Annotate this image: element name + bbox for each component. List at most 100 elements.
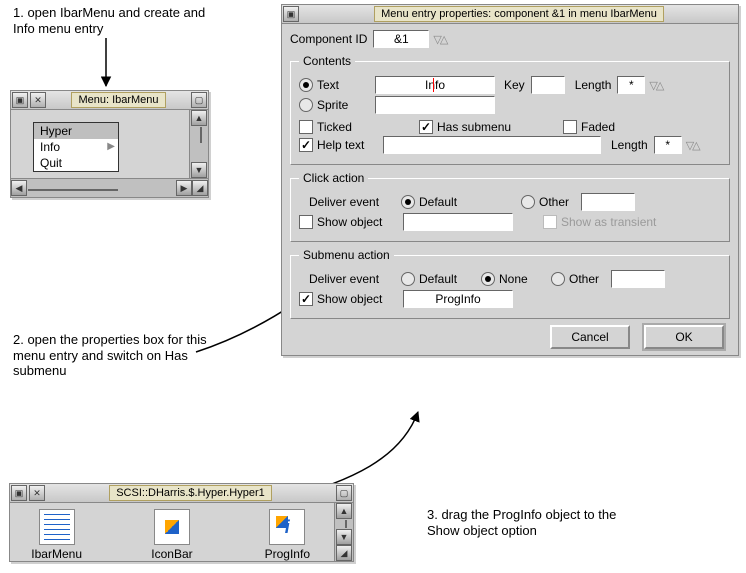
sprite-input[interactable] <box>375 96 495 114</box>
text-caret <box>433 78 434 92</box>
resize-icon[interactable]: ◢ <box>336 545 352 561</box>
filer-window: ▣ ✕ SCSI::DHarris.$.Hyper.Hyper1 ▢ IbarM… <box>9 483 354 562</box>
scroll-left-icon[interactable]: ◀ <box>11 180 27 196</box>
menu-item-hyper[interactable]: Hyper <box>34 123 118 139</box>
close-icon[interactable]: ✕ <box>29 485 45 501</box>
click-default-label: Default <box>419 195 515 209</box>
back-icon[interactable]: ▣ <box>11 485 27 501</box>
annotation-step1: 1. open IbarMenu and create and Info men… <box>13 5 213 36</box>
length-input[interactable] <box>617 76 645 94</box>
file-label: ProgInfo <box>252 547 322 561</box>
click-action-group: Click action Deliver event Default Other… <box>290 171 730 242</box>
sub-none-radio[interactable] <box>481 272 495 286</box>
menu-window-titlebar[interactable]: ▣ ✕ Menu: IbarMenu ▢ <box>11 91 208 110</box>
text-input[interactable] <box>375 76 495 94</box>
filer-titlebar[interactable]: ▣ ✕ SCSI::DHarris.$.Hyper.Hyper1 ▢ <box>10 484 353 503</box>
file-iconbar[interactable]: IconBar <box>137 507 207 561</box>
properties-window: ▣ Menu entry properties: component &1 in… <box>281 4 739 356</box>
annotation-step3: 3. drag the ProgInfo object to the Show … <box>427 507 647 538</box>
click-default-radio[interactable] <box>401 195 415 209</box>
click-show-object-check[interactable] <box>299 215 313 229</box>
click-action-legend: Click action <box>299 171 368 185</box>
scroll-right-icon[interactable]: ▶ <box>176 180 192 196</box>
contents-group: Contents Text Key Length ▽△ Sprite Ticke… <box>290 54 730 165</box>
help-text-label: Help text <box>317 138 377 152</box>
show-as-transient-check <box>543 215 557 229</box>
ibarmenu-icon <box>39 509 75 545</box>
sub-show-object-input[interactable] <box>403 290 513 308</box>
file-label: IbarMenu <box>22 547 92 561</box>
submenu-arrow-icon: ▶ <box>107 141 115 152</box>
sub-other-label: Other <box>569 272 599 286</box>
ticked-label: Ticked <box>317 120 413 134</box>
props-window-title: Menu entry properties: component &1 in m… <box>374 6 664 22</box>
vertical-scrollbar[interactable]: ▲ ▼ <box>189 110 208 178</box>
file-proginfo[interactable]: ProgInfo <box>252 507 322 561</box>
annotation-step2: 2. open the properties box for this menu… <box>13 332 213 379</box>
sub-default-radio[interactable] <box>401 272 415 286</box>
component-id-stepper[interactable]: ▽△ <box>433 33 446 46</box>
scroll-down-icon[interactable]: ▼ <box>191 162 207 178</box>
help-length-stepper[interactable]: ▽△ <box>686 139 699 152</box>
ticked-check[interactable] <box>299 120 313 134</box>
toggle-size-icon[interactable]: ▢ <box>191 92 207 108</box>
help-text-check[interactable] <box>299 138 313 152</box>
scroll-up-icon[interactable]: ▲ <box>336 503 352 519</box>
menu-item-label: Info <box>40 140 60 154</box>
sub-other-input[interactable] <box>611 270 665 288</box>
menu-item-info[interactable]: Info ▶ <box>34 139 118 155</box>
horizontal-scrollbar[interactable]: ◀ ▶ ◢ <box>11 178 208 197</box>
submenu-action-group: Submenu action Deliver event Default Non… <box>290 248 730 319</box>
back-icon[interactable]: ▣ <box>283 6 299 22</box>
resize-icon[interactable]: ◢ <box>192 180 208 196</box>
toggle-size-icon[interactable]: ▢ <box>336 485 352 501</box>
key-label: Key <box>504 78 525 92</box>
file-label: IconBar <box>137 547 207 561</box>
faded-label: Faded <box>581 120 615 134</box>
click-other-label: Other <box>539 195 569 209</box>
key-input[interactable] <box>531 76 565 94</box>
filer-vertical-scrollbar[interactable]: ▲ ▼ ◢ <box>334 503 353 561</box>
help-length-label: Length <box>611 138 648 152</box>
component-id-input[interactable] <box>373 30 429 48</box>
file-ibarmenu[interactable]: IbarMenu <box>22 507 92 561</box>
scroll-up-icon[interactable]: ▲ <box>191 110 207 126</box>
close-icon[interactable]: ✕ <box>30 92 46 108</box>
has-submenu-check[interactable] <box>419 120 433 134</box>
click-deliver-event-label: Deliver event <box>309 195 395 209</box>
sub-none-label: None <box>499 272 545 286</box>
click-other-radio[interactable] <box>521 195 535 209</box>
menu-editor-window: ▣ ✕ Menu: IbarMenu ▢ Hyper Info ▶ Quit ▲… <box>10 90 209 198</box>
sprite-radio[interactable] <box>299 98 313 112</box>
menu-item-quit[interactable]: Quit <box>34 155 118 171</box>
sub-deliver-event-label: Deliver event <box>309 272 395 286</box>
cancel-button[interactable]: Cancel <box>550 325 630 349</box>
props-titlebar[interactable]: ▣ Menu entry properties: component &1 in… <box>282 5 738 24</box>
component-id-label: Component ID <box>290 32 367 46</box>
sub-show-object-label: Show object <box>317 292 397 306</box>
help-text-input[interactable] <box>383 136 601 154</box>
sub-show-object-check[interactable] <box>299 292 313 306</box>
faded-check[interactable] <box>563 120 577 134</box>
click-other-input[interactable] <box>581 193 635 211</box>
has-submenu-label: Has submenu <box>437 120 557 134</box>
text-radio[interactable] <box>299 78 313 92</box>
ok-button[interactable]: OK <box>644 325 724 349</box>
submenu-action-legend: Submenu action <box>299 248 394 262</box>
length-stepper[interactable]: ▽△ <box>649 79 662 92</box>
click-show-object-label: Show object <box>317 215 397 229</box>
sub-other-radio[interactable] <box>551 272 565 286</box>
length-label: Length <box>575 78 612 92</box>
scroll-down-icon[interactable]: ▼ <box>336 529 352 545</box>
click-show-object-input[interactable] <box>403 213 513 231</box>
contents-legend: Contents <box>299 54 355 68</box>
back-icon[interactable]: ▣ <box>12 92 28 108</box>
proginfo-icon <box>269 509 305 545</box>
menu-items-list: Hyper Info ▶ Quit <box>33 122 119 172</box>
filer-window-title: SCSI::DHarris.$.Hyper.Hyper1 <box>109 485 272 501</box>
text-radio-label: Text <box>317 78 369 92</box>
show-as-transient-label: Show as transient <box>561 215 656 229</box>
menu-window-title: Menu: IbarMenu <box>71 92 165 108</box>
iconbar-icon <box>154 509 190 545</box>
help-length-input[interactable] <box>654 136 682 154</box>
